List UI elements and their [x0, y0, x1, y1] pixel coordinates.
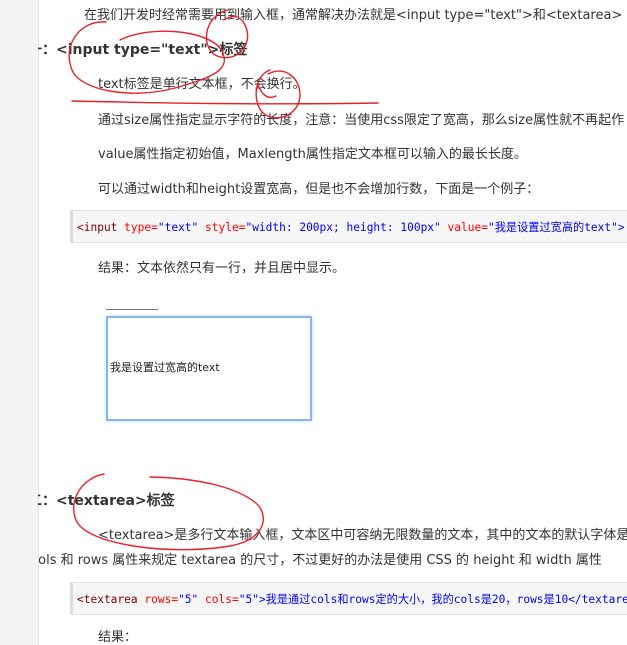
annotation-scribble	[257, 84, 277, 99]
annotation-loop-heading1	[68, 21, 226, 94]
annotation-underline	[71, 100, 379, 105]
annotation-loop-heading2	[73, 473, 264, 551]
red-pen-annotations	[68, 9, 379, 551]
annotation-loop-text	[205, 9, 249, 59]
